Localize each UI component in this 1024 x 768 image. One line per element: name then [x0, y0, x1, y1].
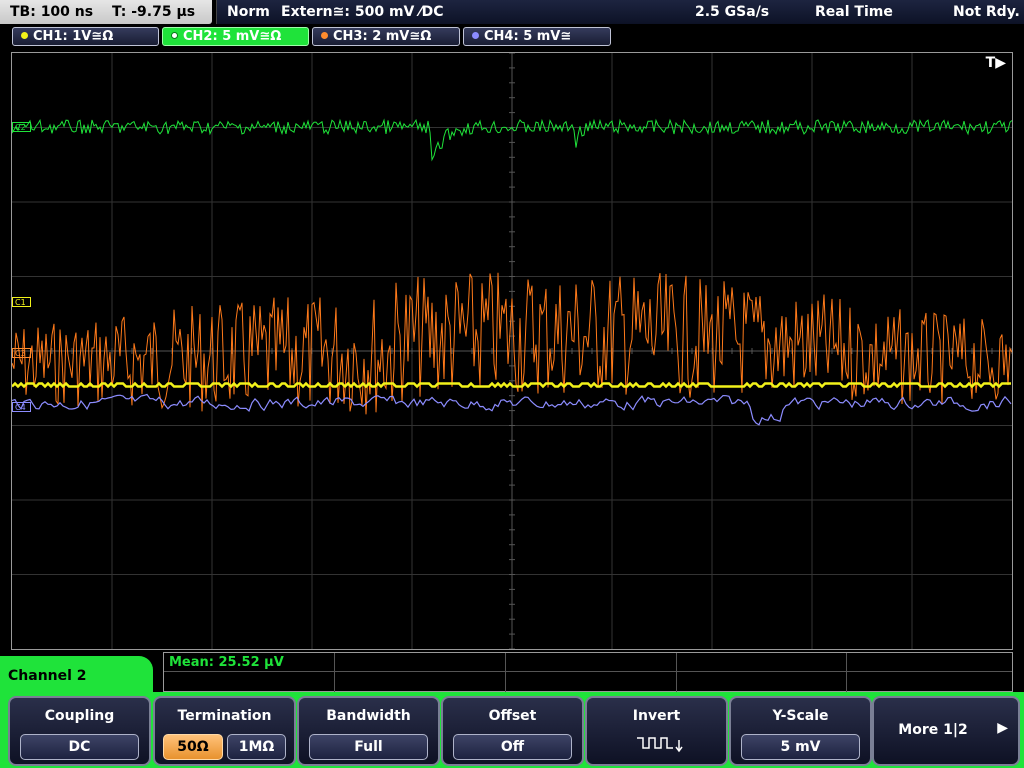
trigger-marker: T▶ — [985, 55, 1006, 71]
ch2-ground-marker[interactable]: C2 — [12, 122, 31, 132]
divider — [164, 671, 1012, 672]
waveform-canvas — [12, 53, 1012, 649]
channel-1-color-dot — [21, 32, 28, 39]
ch4-ground-marker[interactable]: C4 — [12, 402, 31, 412]
trigger-status: Not Rdy. — [953, 4, 1020, 20]
divider — [676, 653, 677, 693]
waveform-display[interactable]: T▶ C2 C1 C3 C4 — [11, 52, 1013, 650]
y-scale-softkey[interactable]: Y-Scale 5 mV — [729, 696, 872, 766]
chevron-right-icon: ▶ — [997, 720, 1008, 736]
channel-3-tab[interactable]: CH3: 2 mV≅Ω — [312, 27, 460, 46]
coupling-softkey[interactable]: Coupling DC — [8, 696, 151, 766]
divider — [334, 653, 335, 693]
offset-value[interactable]: Off — [453, 734, 572, 760]
channel-bar: CH1: 1V≅Ω CH2: 5 mV≅Ω CH3: 2 mV≅Ω CH4: 5… — [0, 26, 1024, 48]
termination-50ohm-option[interactable]: 50Ω — [163, 734, 223, 760]
timebase-panel[interactable]: TB: 100 ns T: -9.75 µs — [0, 0, 212, 24]
termination-1mohm-option[interactable]: 1MΩ — [227, 734, 286, 760]
trigger-source: Extern≅: 500 mV ⁄DC — [281, 4, 444, 20]
channel-2-label: CH2: 5 mV≅Ω — [183, 29, 282, 44]
channel-4-tab[interactable]: CH4: 5 mV≅ — [463, 27, 611, 46]
trigger-mode: Norm — [227, 4, 270, 20]
offset-label: Offset — [488, 708, 537, 724]
termination-softkey[interactable]: Termination 50Ω 1MΩ — [153, 696, 296, 766]
inverted-square-wave-icon — [637, 737, 683, 753]
bandwidth-value[interactable]: Full — [309, 734, 428, 760]
channel-2-tab[interactable]: CH2: 5 mV≅Ω — [162, 27, 309, 46]
channel-4-label: CH4: 5 mV≅ — [484, 29, 572, 44]
divider — [846, 653, 847, 693]
channel-1-trace — [12, 381, 1011, 389]
ch3-ground-marker[interactable]: C3 — [12, 348, 31, 358]
measurement-panel: Mean: 25.52 µV — [163, 652, 1013, 693]
acquisition-mode: Real Time — [815, 4, 893, 20]
sample-rate: 2.5 GSa/s — [695, 4, 770, 20]
bandwidth-softkey[interactable]: Bandwidth Full — [297, 696, 440, 766]
channel-3-color-dot — [321, 32, 328, 39]
invert-label: Invert — [632, 708, 681, 724]
ch1-ground-marker[interactable]: C1 — [12, 297, 31, 307]
coupling-label: Coupling — [44, 708, 115, 724]
trigger-panel[interactable]: Norm Extern≅: 500 mV ⁄DC 2.5 GSa/s Real … — [216, 0, 1024, 24]
coupling-value[interactable]: DC — [20, 734, 139, 760]
status-bar: TB: 100 ns T: -9.75 µs Norm Extern≅: 500… — [0, 0, 1024, 24]
y-scale-value[interactable]: 5 mV — [741, 734, 860, 760]
timebase-readout: TB: 100 ns — [10, 4, 94, 20]
mean-measurement: Mean: 25.52 µV — [169, 655, 284, 670]
channel-3-label: CH3: 2 mV≅Ω — [333, 29, 432, 44]
channel-4-color-dot — [472, 32, 479, 39]
channel-2-color-dot — [171, 32, 178, 39]
softkey-bar: Coupling DC Termination 50Ω 1MΩ Bandwidt… — [0, 692, 1024, 768]
channel-1-label: CH1: 1V≅Ω — [33, 29, 114, 44]
y-scale-label: Y-Scale — [772, 708, 829, 724]
offset-softkey[interactable]: Offset Off — [441, 696, 584, 766]
bandwidth-label: Bandwidth — [326, 708, 411, 724]
more-label: More 1|2 — [898, 722, 968, 738]
divider — [505, 653, 506, 693]
trigger-position-readout: T: -9.75 µs — [111, 4, 196, 20]
more-softkey[interactable]: More 1|2 ▶ — [872, 696, 1020, 766]
channel-1-tab[interactable]: CH1: 1V≅Ω — [12, 27, 159, 46]
termination-label: Termination — [177, 708, 272, 724]
invert-softkey[interactable]: Invert — [585, 696, 728, 766]
